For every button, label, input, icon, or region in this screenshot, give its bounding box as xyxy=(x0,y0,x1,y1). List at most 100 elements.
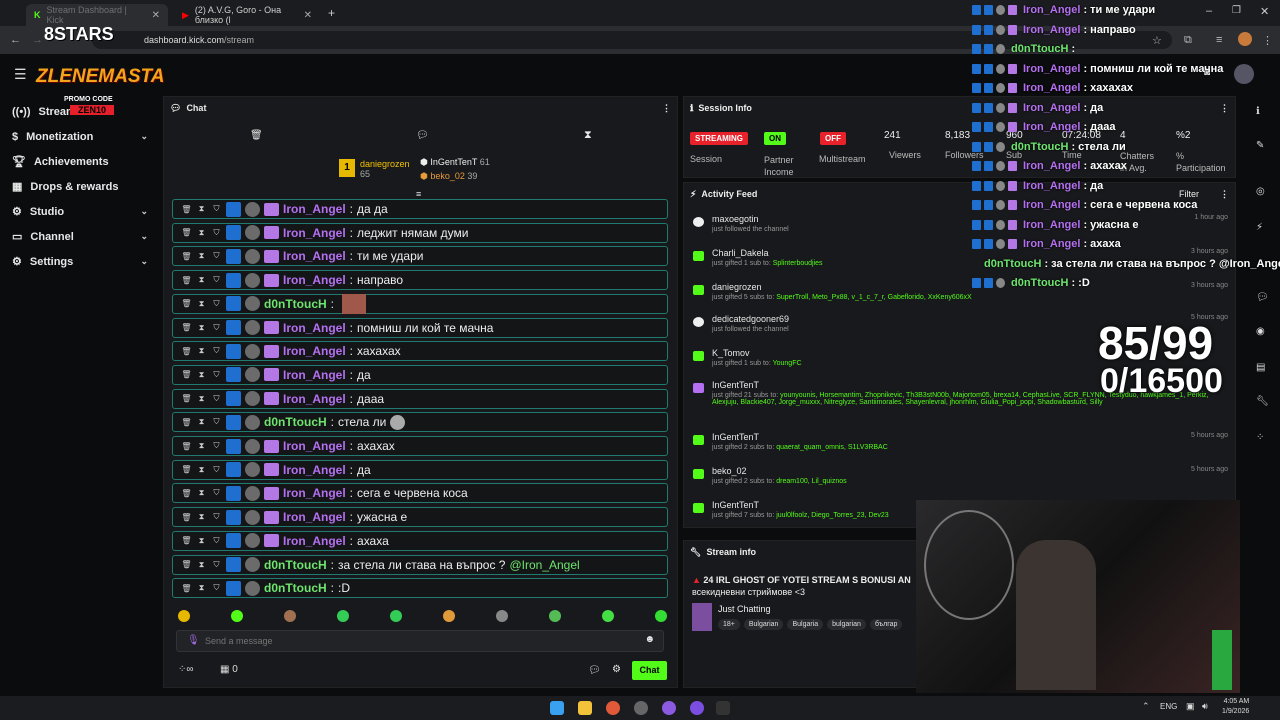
emote-icon[interactable] xyxy=(443,610,455,622)
delete-icon[interactable]: 🗑︎ xyxy=(181,584,192,593)
shield-icon[interactable]: ⛉ xyxy=(211,441,222,451)
shield-icon[interactable]: ⛉ xyxy=(211,370,222,380)
sidebar-item-settings[interactable]: ⚙ Settings ⌄ xyxy=(0,249,160,274)
chat-icon[interactable]: 💬︎ xyxy=(1256,292,1269,303)
shield-icon[interactable]: ⛉ xyxy=(211,323,222,333)
emote-icon[interactable] xyxy=(549,610,561,622)
shield-icon[interactable]: ⛉ xyxy=(211,251,222,261)
delete-icon[interactable]: 🗑︎ xyxy=(181,465,192,474)
chat-message-row[interactable]: 🗑︎ ⧗ ⛉ Iron_Angel: да да xyxy=(172,199,668,219)
trash-icon[interactable]: 🗑︎ xyxy=(250,130,263,141)
emote-icon[interactable] xyxy=(284,610,296,622)
chat-input[interactable] xyxy=(205,633,625,649)
chat-username[interactable]: Iron_Angel xyxy=(283,321,346,335)
emote-icon[interactable] xyxy=(602,610,614,622)
shield-icon[interactable]: ⛉ xyxy=(211,228,222,238)
language-indicator[interactable]: ENG xyxy=(1160,702,1177,711)
broadcast-icon[interactable]: ◉ xyxy=(1256,326,1266,337)
timeout-icon[interactable]: ⧗ xyxy=(196,536,207,546)
terminal-icon[interactable] xyxy=(716,701,730,715)
shield-icon[interactable]: ⛉ xyxy=(211,583,222,593)
timeout-icon[interactable]: ⧗ xyxy=(196,394,207,404)
delete-icon[interactable]: 🗑︎ xyxy=(181,394,192,403)
chat-message-row[interactable]: 🗑︎ ⧗ ⛉ d0nTtoucH: xyxy=(172,293,668,314)
emoji-icon[interactable]: ☻ xyxy=(644,634,655,645)
send-chat-button[interactable]: Chat xyxy=(632,661,667,680)
chat-username[interactable]: Iron_Angel xyxy=(283,368,346,382)
emote-icon[interactable] xyxy=(231,610,243,622)
activity-feed-item[interactable]: beko_02 just gifted 2 subs to: dream100, … xyxy=(692,466,1232,485)
microphone-icon[interactable]: 🎙︎ xyxy=(187,635,200,646)
sidebar-item-channel[interactable]: ▭ Channel ⌄ xyxy=(0,224,160,249)
twitch-icon[interactable] xyxy=(690,701,704,715)
chat-username[interactable]: d0nTtoucH xyxy=(264,297,327,311)
chat-username[interactable]: Iron_Angel xyxy=(283,439,346,453)
timeout-icon[interactable]: ⧗ xyxy=(196,346,207,356)
network-icon[interactable]: ▣ xyxy=(1186,701,1195,712)
delete-icon[interactable]: 🗑︎ xyxy=(181,299,192,308)
chat-username[interactable]: Iron_Angel xyxy=(283,486,346,500)
sidebar-item-monetization[interactable]: $ Monetization ⌄ xyxy=(0,124,160,149)
chat-message-row[interactable]: 🗑︎ ⧗ ⛉ Iron_Angel: да xyxy=(172,459,668,480)
delete-icon[interactable]: 🗑︎ xyxy=(181,536,192,545)
chat-username[interactable]: d0nTtoucH xyxy=(264,558,327,572)
collapse-icon[interactable]: ≡ xyxy=(416,189,421,199)
slow-mode-icon[interactable]: ⧗ xyxy=(584,129,592,142)
chat-username[interactable]: Iron_Angel xyxy=(283,249,346,263)
tag[interactable]: bulgarian xyxy=(827,619,866,630)
chat-username[interactable]: Iron_Angel xyxy=(283,534,346,548)
delete-icon[interactable]: 🗑︎ xyxy=(181,252,192,261)
chat-message-row[interactable]: 🗑︎ ⧗ ⛉ Iron_Angel: ахахах xyxy=(172,436,668,456)
feed-username[interactable]: beko_02 xyxy=(692,466,1232,476)
activity-feed-item[interactable]: InGentTenT just gifted 2 subs to: quaerat… xyxy=(692,432,1232,451)
obs-icon[interactable] xyxy=(634,701,648,715)
chat-username[interactable]: Iron_Angel xyxy=(283,510,346,524)
chat-message-row[interactable]: 🗑︎ ⧗ ⛉ Iron_Angel: ужасна е xyxy=(172,507,668,528)
sidebar-item-drops[interactable]: ▦ Drops & rewards xyxy=(0,174,160,199)
delete-icon[interactable]: 🗑︎ xyxy=(181,347,192,356)
chat-username[interactable]: Iron_Angel xyxy=(283,344,346,358)
chat-username[interactable]: Iron_Angel xyxy=(283,392,346,406)
delete-icon[interactable]: 🗑︎ xyxy=(181,442,192,451)
delete-icon[interactable]: 🗑︎ xyxy=(181,418,192,427)
emote-icon[interactable] xyxy=(178,610,190,622)
shield-icon[interactable]: ⛉ xyxy=(211,417,222,427)
timeout-icon[interactable]: ⧗ xyxy=(196,204,207,214)
timeout-icon[interactable]: ⧗ xyxy=(196,465,207,475)
gear-icon[interactable]: ⚙ xyxy=(612,664,621,675)
chrome-icon[interactable] xyxy=(606,701,620,715)
tag[interactable]: българ xyxy=(869,619,903,630)
emote-icon[interactable] xyxy=(655,610,667,622)
chat-message-row[interactable]: 🗑︎ ⧗ ⛉ Iron_Angel: ти ме удари xyxy=(172,246,668,267)
chat-username[interactable]: Iron_Angel xyxy=(283,226,346,240)
delete-icon[interactable]: 🗑︎ xyxy=(181,205,192,214)
tag[interactable]: 18+ xyxy=(718,619,740,630)
windows-start-icon[interactable] xyxy=(550,701,564,715)
chat-message-row[interactable]: 🗑︎ ⧗ ⛉ d0nTtoucH: за стела ли става на въпр… xyxy=(172,554,668,575)
chat-input-box[interactable]: 🎙︎ ☻ xyxy=(176,630,664,652)
shield-icon[interactable]: ⛉ xyxy=(211,536,222,546)
shield-icon[interactable]: ⛉ xyxy=(211,346,222,356)
chat-mention[interactable]: @Iron_Angel xyxy=(509,558,579,572)
chat-username[interactable]: Iron_Angel xyxy=(283,273,346,287)
emote-icon[interactable] xyxy=(496,610,508,622)
timeout-icon[interactable]: ⧗ xyxy=(196,512,207,522)
tag[interactable]: Bulgarian xyxy=(743,619,784,630)
chat-message-row[interactable]: 🗑︎ ⧗ ⛉ Iron_Angel: леджит нямам думи xyxy=(172,222,668,243)
shield-icon[interactable]: ⛉ xyxy=(211,394,222,404)
sidebar-item-studio[interactable]: ⚙ Studio ⌄ xyxy=(0,199,160,224)
chat-mode-icon[interactable]: 💬︎ xyxy=(416,130,429,141)
chat-username[interactable]: d0nTtoucH xyxy=(264,415,327,429)
delete-icon[interactable]: 🗑︎ xyxy=(181,323,192,332)
shield-icon[interactable]: ⛉ xyxy=(211,488,222,498)
timeout-icon[interactable]: ⧗ xyxy=(196,228,207,238)
chat-username[interactable]: Iron_Angel xyxy=(283,202,346,216)
timeout-icon[interactable]: ⧗ xyxy=(196,417,207,427)
chat-message-row[interactable]: 🗑︎ ⧗ ⛉ d0nTtoucH: стела ли xyxy=(172,412,668,433)
apps-icon[interactable]: ⁘ xyxy=(1256,432,1266,443)
shield-icon[interactable]: ⛉ xyxy=(211,275,222,285)
shield-icon[interactable]: ⛉ xyxy=(211,512,222,522)
sidebar-item-achievements[interactable]: 🏆︎ Achievements xyxy=(0,149,160,174)
shield-icon[interactable]: ⛉ xyxy=(211,299,222,309)
discord-icon[interactable] xyxy=(662,701,676,715)
